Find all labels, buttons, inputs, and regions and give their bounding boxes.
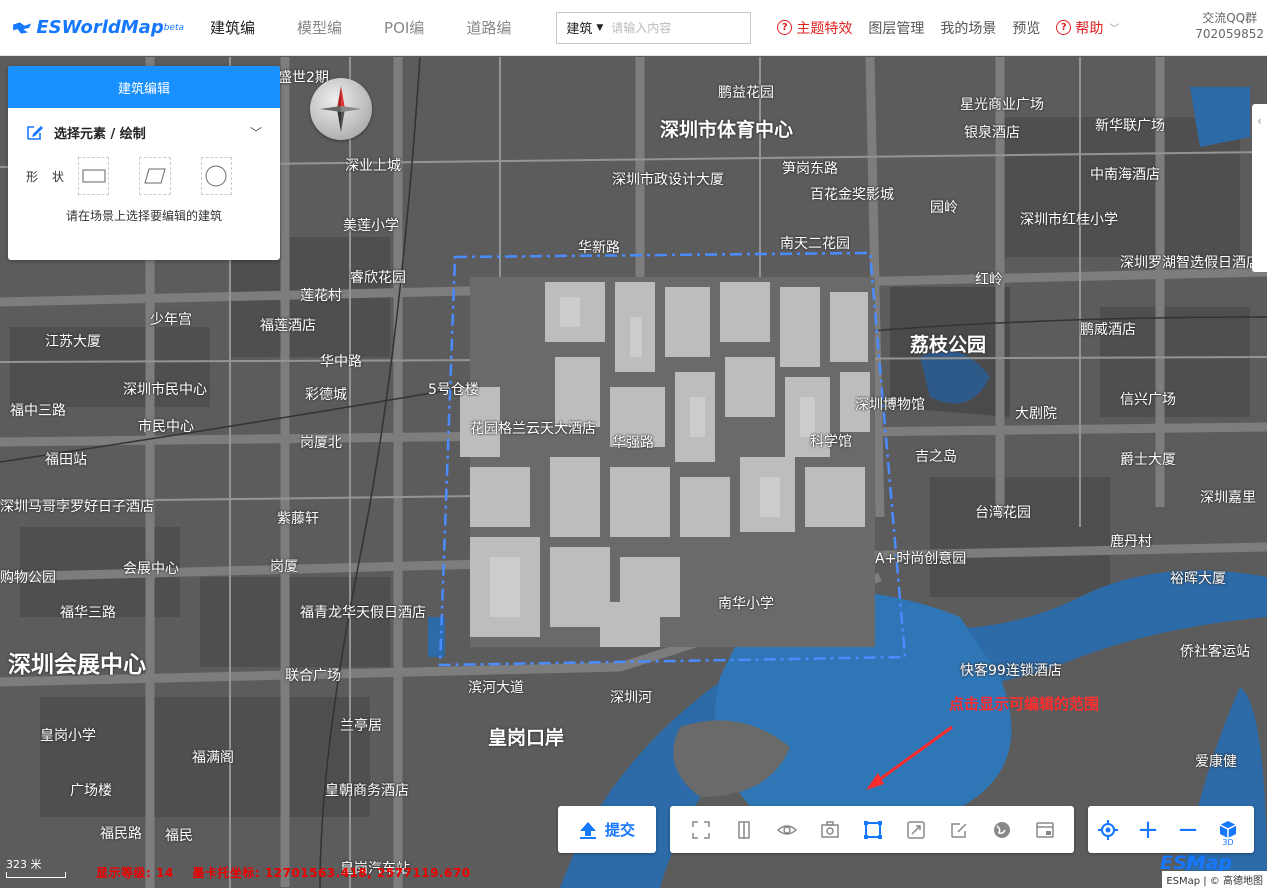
theme-effects-link[interactable]: ? 主题特效	[777, 18, 852, 38]
zoom-out-button[interactable]: −	[1168, 806, 1208, 853]
locate-icon	[1098, 819, 1118, 840]
minus-icon: −	[1177, 814, 1199, 845]
polygon-shape-button[interactable]	[139, 157, 171, 195]
globe-icon	[993, 821, 1010, 838]
edit-range-tool[interactable]	[851, 806, 894, 853]
side-panel-toggle[interactable]: ‹	[1252, 104, 1267, 272]
fullscreen-tool[interactable]	[679, 806, 722, 853]
edit-note-tool[interactable]	[937, 806, 980, 853]
annotation-text: 点击显示可编辑的范围	[949, 695, 1100, 713]
polygon-icon	[144, 168, 166, 184]
circle-icon	[205, 165, 227, 187]
rectangle-shape-button[interactable]	[78, 157, 110, 195]
cube-3d-icon	[1219, 820, 1237, 838]
right-menu: ? 主题特效 图层管理 我的场景 预览 ? 帮助 ﹀	[777, 18, 1135, 38]
compass-icon	[320, 86, 362, 132]
theme-effects-label: 主题特效	[796, 20, 853, 37]
edit-pencil-icon	[27, 126, 43, 140]
locate-button[interactable]	[1088, 806, 1128, 853]
panel-tip: 请在场景上选择要编辑的建筑	[65, 209, 222, 223]
submit-label: 提交	[604, 821, 635, 839]
qq-group-number: 702059852	[1195, 27, 1264, 41]
caret-down-icon[interactable]: ▼	[596, 23, 603, 33]
scale-bar: 323 米	[6, 856, 66, 878]
qq-group-label: 交流QQ群	[1202, 11, 1258, 25]
layer-manage-link[interactable]: 图层管理	[868, 18, 924, 38]
layer-card-tool[interactable]	[1023, 806, 1066, 853]
help-circle-icon: ?	[1056, 20, 1072, 35]
zoom-in-button[interactable]: +	[1128, 806, 1168, 853]
upload-icon	[579, 821, 596, 839]
nav-road-edit[interactable]: 道路编	[466, 17, 511, 38]
my-scene-link[interactable]: 我的场景	[940, 18, 996, 38]
preview-link[interactable]: 预览	[1012, 18, 1040, 38]
nav-building-edit[interactable]: 建筑编	[210, 17, 255, 38]
map-toolbar	[670, 806, 1074, 853]
building-edit-panel: 建筑编辑 选择元素 / 绘制 ﹀ 形状 请在场景上选择要编辑的建筑	[8, 66, 280, 260]
compass[interactable]	[310, 78, 372, 140]
qq-group: 交流QQ群 702059852	[1195, 10, 1264, 42]
camera-icon	[820, 820, 839, 838]
split-view-icon	[737, 820, 750, 839]
3d-toggle-button[interactable]: 3D	[1208, 806, 1248, 853]
chevron-down-icon: ﹀	[1109, 24, 1120, 35]
resize-tool[interactable]	[894, 806, 937, 853]
top-bar: ESWorldMap beta 建筑编 模型编 POI编 道路编 建筑 ▼ ? …	[0, 0, 1267, 56]
mercator-coords: 墨卡托坐标: 12701563.418, 2577119.670	[192, 866, 471, 880]
globe-tool[interactable]	[980, 806, 1023, 853]
zoom-toolbar: + − 3D	[1088, 806, 1254, 853]
help-label: 帮助	[1075, 20, 1104, 37]
panel-title: 建筑编辑	[8, 66, 280, 108]
submit-button[interactable]: 提交	[558, 806, 656, 853]
logo-text: ESWorldMap	[36, 17, 164, 38]
chevron-left-icon: ‹	[1257, 114, 1262, 128]
logo-beta: beta	[163, 22, 184, 33]
split-view-tool[interactable]	[722, 806, 765, 853]
search-type-select[interactable]: 建筑	[566, 18, 592, 37]
range-box-icon	[863, 820, 882, 839]
rectangle-icon	[82, 169, 106, 183]
nav-poi-edit[interactable]: POI编	[384, 17, 424, 38]
scale-label: 323 米	[6, 858, 42, 871]
map-copyright: ESMap | © 高德地图	[1162, 871, 1267, 888]
3d-label: 3D	[1222, 838, 1234, 847]
layer-card-icon	[1035, 821, 1054, 838]
resize-icon	[906, 820, 925, 839]
help-circle-icon: ?	[777, 20, 793, 35]
logo-icon	[13, 21, 32, 34]
circle-shape-button[interactable]	[200, 157, 232, 195]
select-element-title: 选择元素 / 绘制	[54, 126, 146, 142]
eye-icon	[776, 824, 797, 835]
zoom-level: 显示等级: 14	[96, 866, 174, 880]
nav-model-edit[interactable]: 模型编	[297, 17, 342, 38]
plus-icon: +	[1137, 814, 1159, 845]
status-bar: 显示等级: 14 墨卡托坐标: 12701563.418, 2577119.67…	[96, 864, 485, 881]
scale-line	[6, 872, 66, 878]
edit-note-icon	[950, 822, 967, 838]
shape-label: 形状	[26, 169, 79, 184]
main-nav: 建筑编 模型编 POI编 道路编	[184, 17, 553, 38]
screenshot-tool[interactable]	[808, 806, 851, 853]
chevron-down-icon[interactable]: ﹀	[250, 124, 262, 141]
search-box: 建筑 ▼	[556, 11, 752, 44]
shape-row: 形状	[8, 156, 280, 196]
visibility-tool[interactable]	[765, 806, 808, 853]
help-menu[interactable]: ? 帮助 ﹀	[1056, 18, 1119, 38]
select-element-header[interactable]: 选择元素 / 绘制 ﹀	[8, 108, 280, 156]
logo[interactable]: ESWorldMap beta	[12, 16, 184, 40]
fullscreen-icon	[691, 820, 710, 839]
search-input[interactable]	[611, 20, 732, 35]
